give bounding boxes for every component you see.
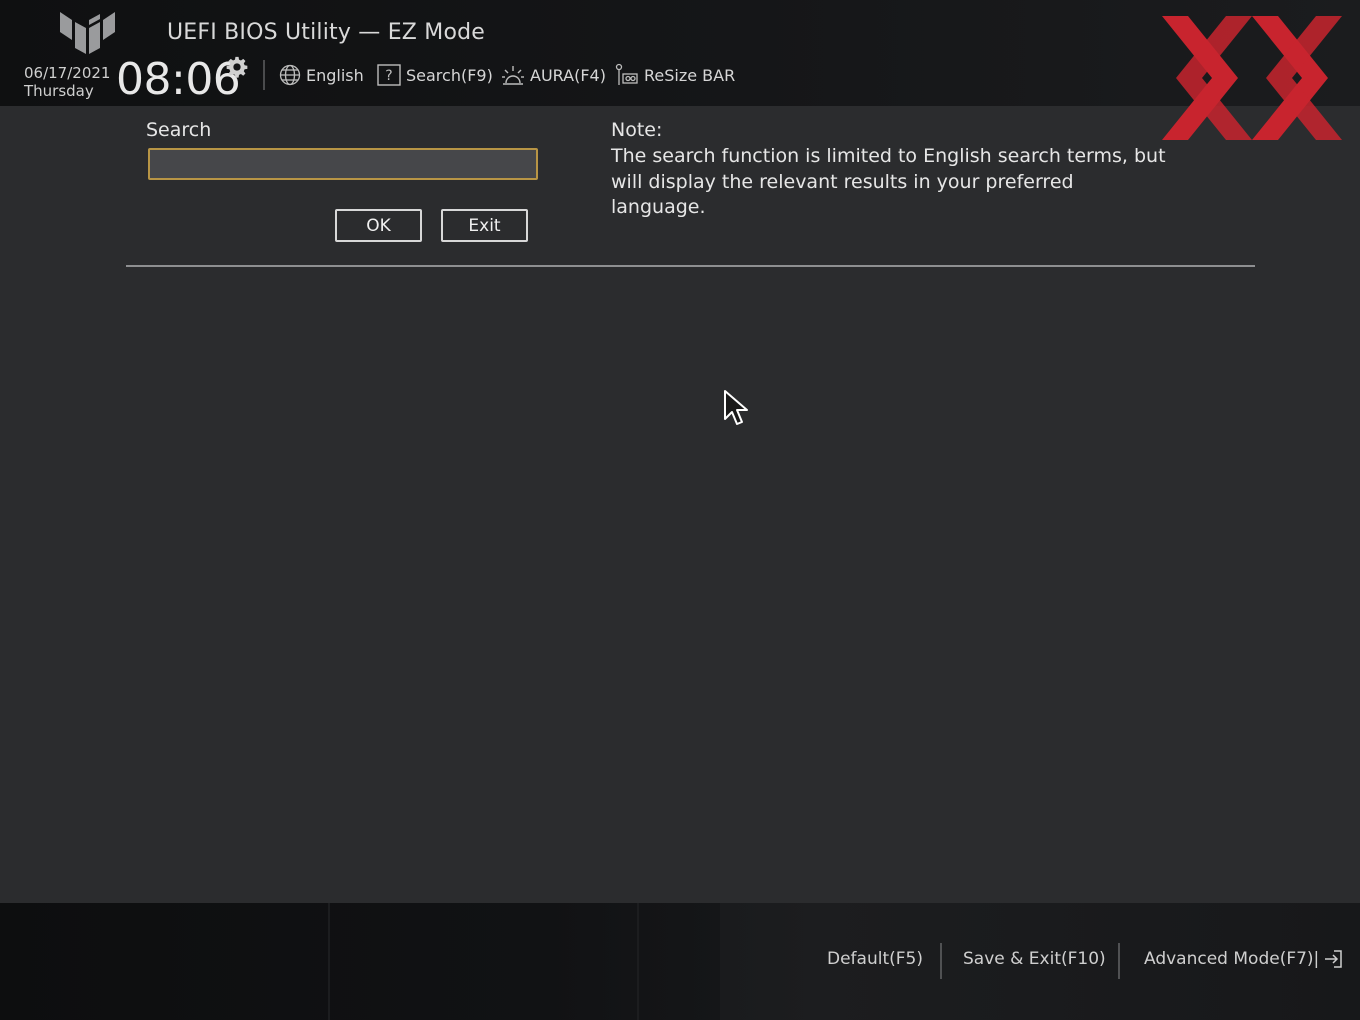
footer-separator [1118, 943, 1120, 979]
note-text: The search function is limited to Englis… [611, 145, 1166, 218]
ok-button[interactable]: OK [335, 209, 422, 242]
tuf-logo-icon [60, 12, 115, 54]
footer-panel-edge [637, 903, 639, 1020]
globe-icon [279, 64, 301, 86]
brand-x-logo [1162, 16, 1342, 140]
date-text: 06/17/2021 [24, 64, 111, 82]
search-f9-button[interactable]: ? Search(F9) [377, 62, 493, 88]
resize-bar-button[interactable]: ReSize BAR [615, 62, 735, 88]
advanced-mode-label: Advanced Mode(F7)| [1144, 949, 1320, 969]
header-separator [263, 60, 265, 90]
header-bar: UEFI BIOS Utility — EZ Mode 06/17/2021 T… [0, 0, 1360, 140]
default-button[interactable]: Default(F5) [827, 949, 923, 969]
gear-icon[interactable] [226, 56, 248, 78]
save-exit-button[interactable]: Save & Exit(F10) [963, 949, 1106, 969]
search-f9-label: Search(F9) [406, 65, 493, 85]
note-title: Note: [611, 119, 663, 141]
aura-label: AURA(F4) [530, 65, 606, 85]
language-button[interactable]: English [279, 62, 364, 88]
footer-bar: Default(F5) Save & Exit(F10) Advanced Mo… [0, 903, 1360, 1020]
resize-bar-label: ReSize BAR [644, 65, 736, 85]
mouse-cursor-icon [724, 390, 748, 425]
language-label: English [306, 65, 364, 85]
resize-bar-icon [615, 63, 638, 85]
clock-time: 08:06 [116, 54, 241, 105]
weekday-text: Thursday [24, 82, 94, 100]
svg-text:?: ? [385, 68, 392, 84]
advanced-mode-button[interactable]: Advanced Mode(F7)| [1144, 949, 1343, 969]
exit-button[interactable]: Exit [441, 209, 528, 242]
search-input[interactable] [148, 148, 538, 180]
date-display: 06/17/2021 Thursday [24, 64, 110, 100]
footer-separator [940, 943, 942, 979]
app-title: UEFI BIOS Utility — EZ Mode [167, 20, 485, 45]
exit-arrow-icon [1325, 950, 1343, 968]
aura-button[interactable]: AURA(F4) [501, 62, 606, 88]
question-icon: ? [377, 64, 401, 86]
footer-panel-edge [328, 903, 330, 1020]
search-label: Search [146, 119, 212, 141]
results-divider [126, 265, 1255, 267]
aura-icon [502, 66, 524, 85]
